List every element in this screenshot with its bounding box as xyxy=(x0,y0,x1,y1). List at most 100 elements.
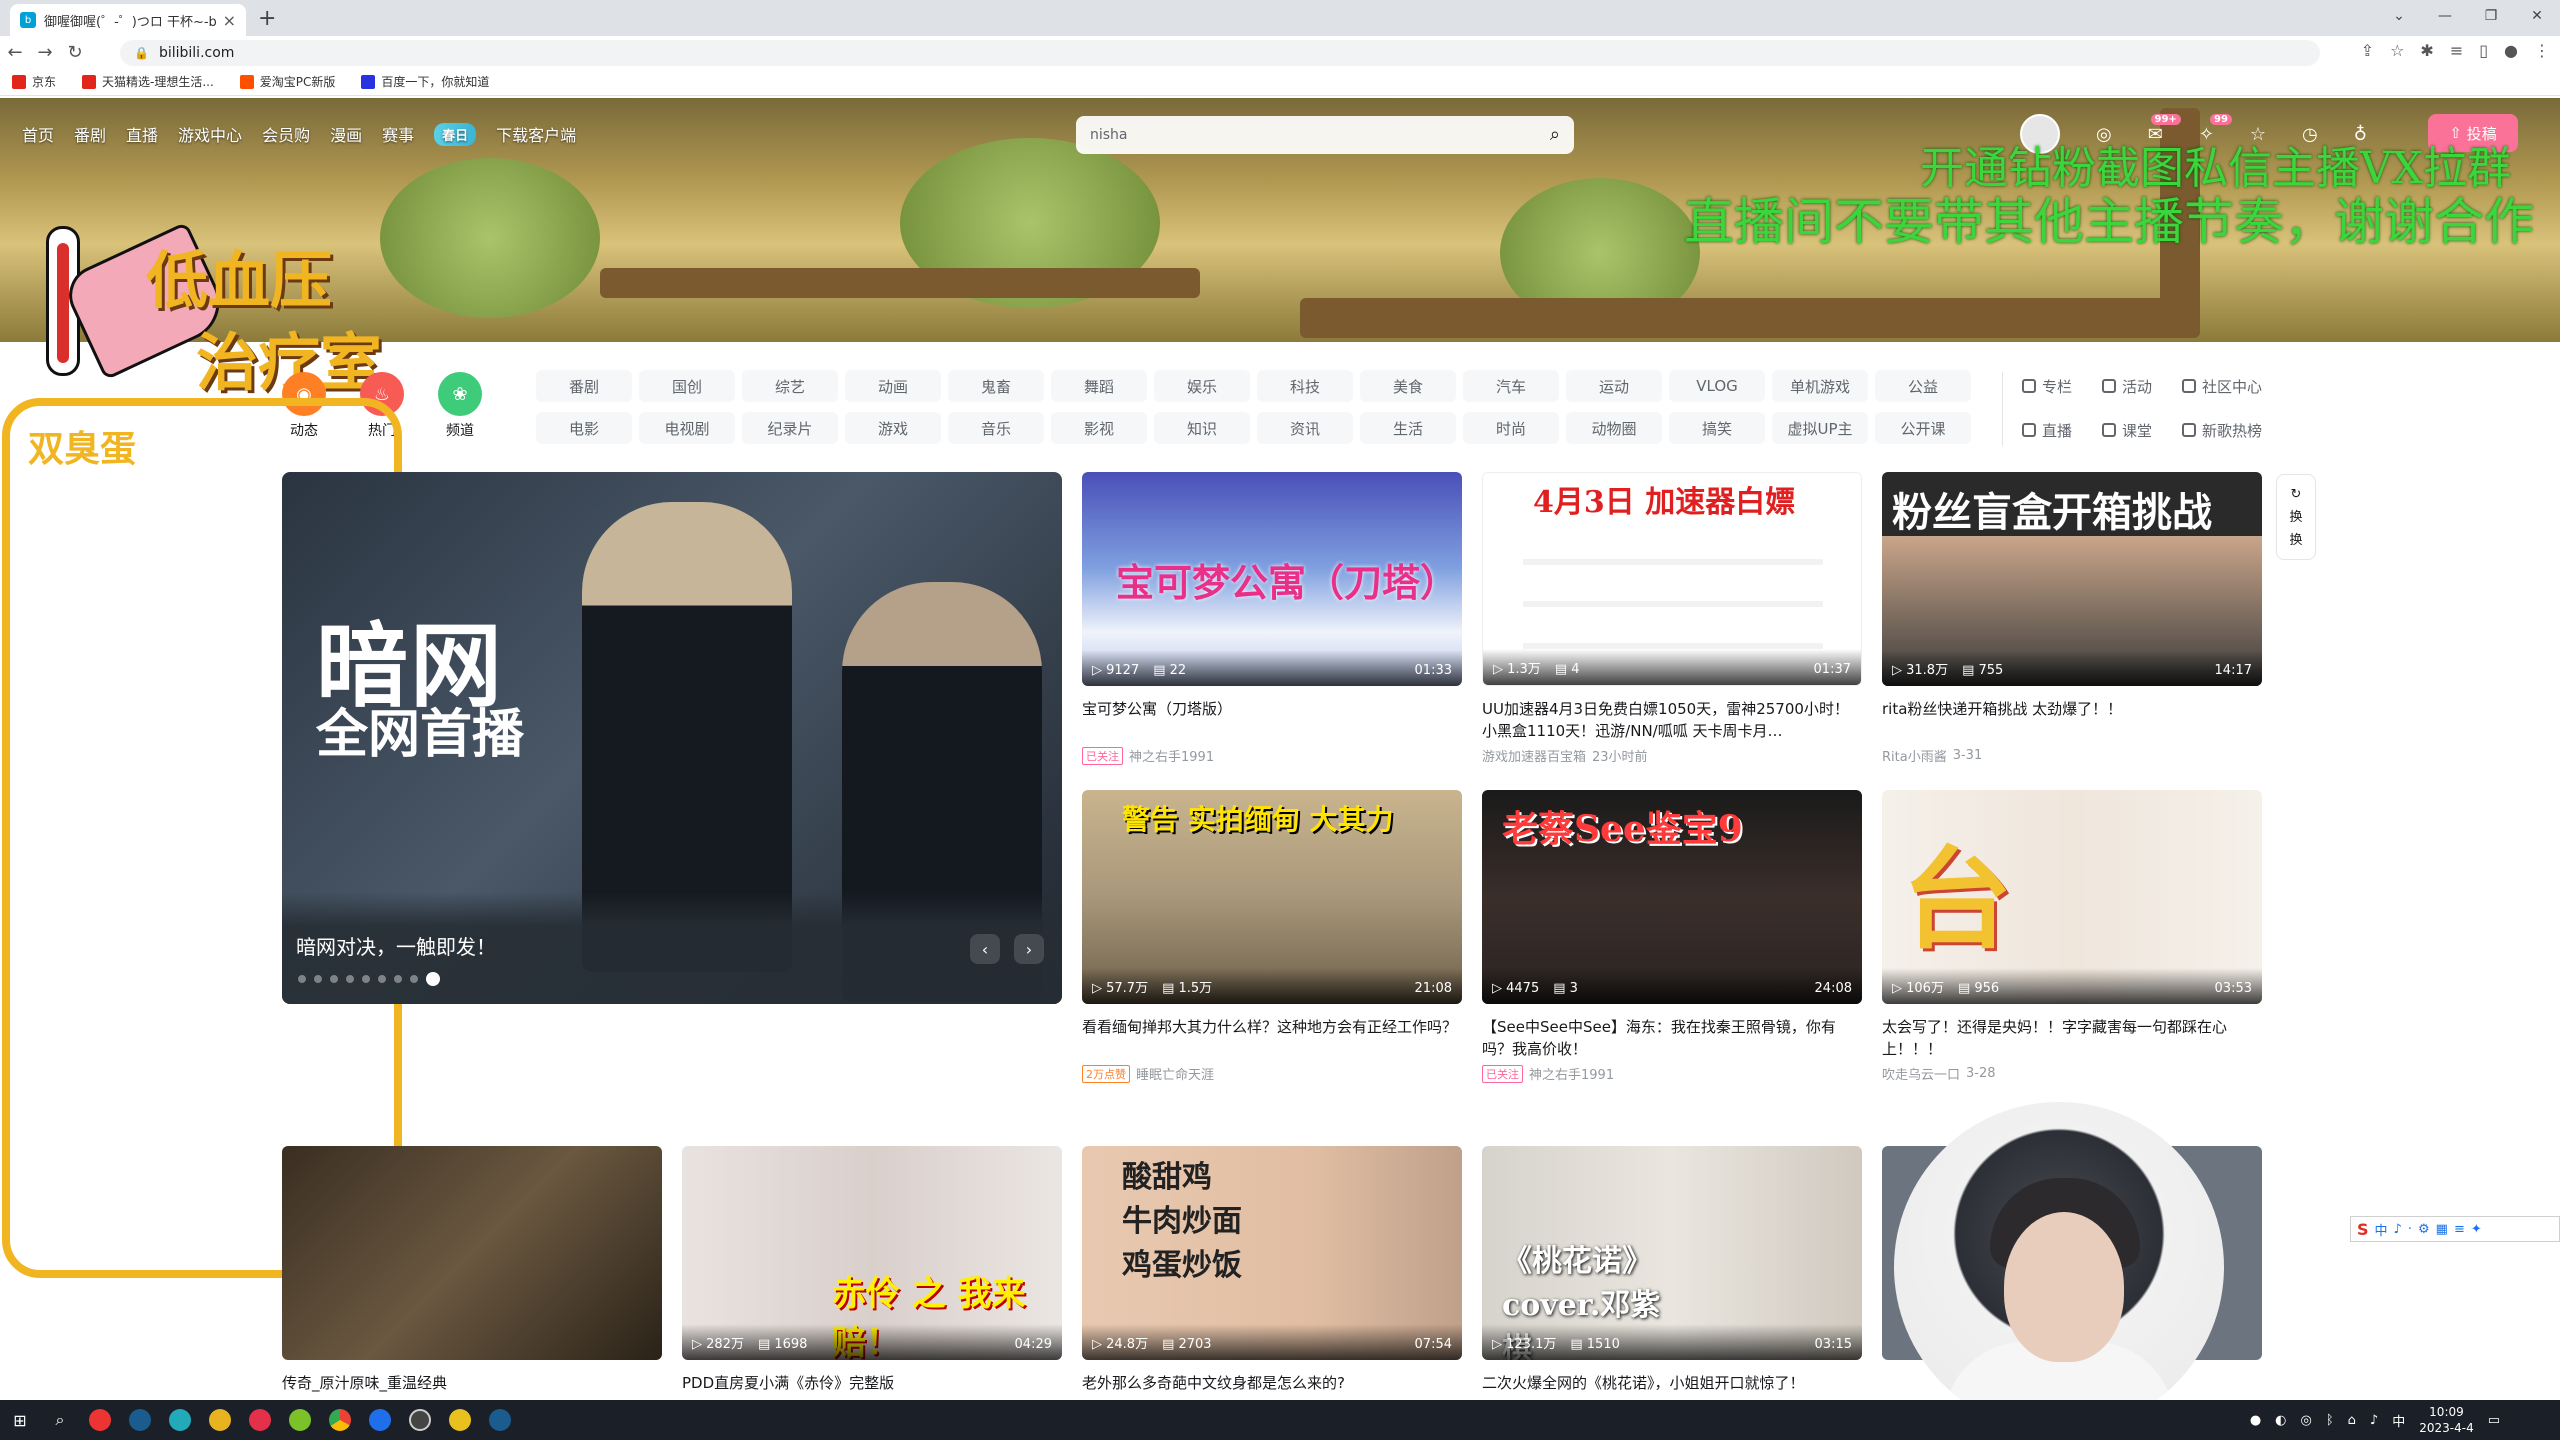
link-live[interactable]: 直播 xyxy=(2022,416,2102,444)
ime-tool[interactable]: ≡ xyxy=(2454,1222,2465,1237)
carousel-dot[interactable] xyxy=(346,975,354,983)
category-item[interactable]: 影视 xyxy=(1051,412,1147,444)
profile-icon[interactable]: ● xyxy=(2504,41,2518,60)
bookmark-baidu[interactable]: 百度一下，你就知道 xyxy=(361,73,489,90)
obs-icon[interactable] xyxy=(400,1400,440,1440)
video-card[interactable]: 警告 实拍缅甸 大其力 ▷ 57.7万 ▤ 1.5万 21:08 看看缅甸掸邦大其… xyxy=(1082,790,1462,1083)
video-title[interactable]: 宝可梦公寓（刀塔版） xyxy=(1082,698,1462,742)
category-item[interactable]: 公益 xyxy=(1875,370,1971,402)
reload-button[interactable]: ↻ xyxy=(60,42,90,63)
carousel-dot-active[interactable] xyxy=(426,972,440,986)
category-item[interactable]: 国创 xyxy=(639,370,735,402)
app-icon[interactable] xyxy=(200,1400,240,1440)
minimize-button[interactable]: — xyxy=(2422,0,2468,32)
chevron-down-icon[interactable]: ⌄ xyxy=(2376,0,2422,32)
extensions-icon[interactable]: ✱ xyxy=(2420,41,2433,60)
category-item[interactable]: 动画 xyxy=(845,370,941,402)
video-title[interactable]: 【See中See中See】海东：我在找秦王照骨镜，你有吗？我高价收！ xyxy=(1482,1016,1862,1060)
refresh-recommendations-button[interactable]: ↻ 换 换 xyxy=(2276,474,2316,560)
category-item[interactable]: 时尚 xyxy=(1463,412,1559,444)
windows-start-icon[interactable]: ⊞ xyxy=(0,1400,40,1440)
address-bar[interactable]: 🔒 bilibili.com xyxy=(120,40,2320,66)
video-title[interactable]: UU加速器4月3日免费白嫖1050天，雷神25700小时！小黑盒1110天！迅游… xyxy=(1482,698,1862,742)
video-card[interactable]: 宝可梦公寓（刀塔） ▷ 9127 ▤ 22 01:33 宝可梦公寓（刀塔版） 已关… xyxy=(1082,472,1462,765)
video-author[interactable]: 神之右手1991 xyxy=(1129,746,1214,765)
carousel-dot[interactable] xyxy=(394,975,402,983)
steam-icon[interactable] xyxy=(480,1400,520,1440)
nav-download-client[interactable]: 下载客户端 xyxy=(496,122,576,146)
category-item[interactable]: 单机游戏 xyxy=(1772,370,1868,402)
video-thumbnail[interactable]: 台词 ▷ 106万▤ 956 03:53 xyxy=(1882,790,2262,1004)
close-tab-icon[interactable]: × xyxy=(223,11,236,30)
app-icon[interactable] xyxy=(280,1400,320,1440)
bookmark-aitaobao[interactable]: 爱淘宝PC新版 xyxy=(239,73,335,90)
video-author[interactable]: Rita小雨酱 xyxy=(1882,746,1947,765)
video-thumbnail[interactable]: 警告 实拍缅甸 大其力 ▷ 57.7万 ▤ 1.5万 21:08 xyxy=(1082,790,1462,1004)
category-item[interactable]: 综艺 xyxy=(742,370,838,402)
link-new-songs[interactable]: 新歌热榜 xyxy=(2182,416,2302,444)
ime-tool[interactable]: · xyxy=(2408,1222,2412,1237)
video-card[interactable]: 酸甜鸡 牛肉炒面 鸡蛋炒饭 ▷ 24.8万 ▤ 2703 07:54 老外那么多奇… xyxy=(1082,1146,1462,1416)
video-thumbnail[interactable]: 赤伶 之 我来赔！ ▷ 282万▤ 1698 04:29 xyxy=(682,1146,1062,1360)
app-icon[interactable] xyxy=(160,1400,200,1440)
category-item[interactable]: 搞笑 xyxy=(1669,412,1765,444)
carousel-dot[interactable] xyxy=(330,975,338,983)
video-thumbnail[interactable] xyxy=(282,1146,662,1360)
nav-spring-badge[interactable]: 春日 xyxy=(434,122,477,146)
carousel-dot[interactable] xyxy=(362,975,370,983)
ime-tool[interactable]: ⚙ xyxy=(2418,1222,2430,1237)
category-item[interactable]: 鬼畜 xyxy=(948,370,1044,402)
video-thumbnail[interactable]: 酸甜鸡 牛肉炒面 鸡蛋炒饭 ▷ 24.8万 ▤ 2703 07:54 xyxy=(1082,1146,1462,1360)
video-card[interactable]: 传奇_原汁原味_重温经典 xyxy=(282,1146,662,1416)
nav-match[interactable]: 赛事 xyxy=(382,122,414,146)
video-author[interactable]: 游戏加速器百宝箱 xyxy=(1482,746,1586,765)
network-icon[interactable]: ⌂ xyxy=(2348,1413,2356,1428)
nav-mall[interactable]: 会员购 xyxy=(262,122,310,146)
link-column[interactable]: 专栏 xyxy=(2022,372,2102,400)
share-icon[interactable]: ⇪ xyxy=(2361,41,2374,60)
category-item[interactable]: 虚拟UP主 xyxy=(1772,412,1868,444)
search-input[interactable]: nisha ⌕ xyxy=(1076,116,1574,154)
menu-icon[interactable]: ⋮ xyxy=(2534,41,2550,60)
video-card[interactable]: 4月3日 加速器白嫖 ▷ 1.3万 ▤ 4 01:37 UU加速器4月3日免费白嫖… xyxy=(1482,472,1862,765)
category-item[interactable]: 舞蹈 xyxy=(1051,370,1147,402)
hero-carousel[interactable]: 暗网 全网首播 暗网对决，一触即发！ ‹ › xyxy=(282,472,1062,1004)
category-item[interactable]: 美食 xyxy=(1360,370,1456,402)
carousel-title[interactable]: 暗网对决，一触即发！ xyxy=(296,931,496,960)
reading-list-icon[interactable]: ≡ xyxy=(2450,41,2463,60)
tray-icon[interactable]: ◐ xyxy=(2275,1413,2286,1428)
link-classroom[interactable]: 课堂 xyxy=(2102,416,2182,444)
nav-manga[interactable]: 漫画 xyxy=(330,122,362,146)
carousel-dot[interactable] xyxy=(410,975,418,983)
video-author[interactable]: 睡眠亡命天涯 xyxy=(1136,1064,1214,1083)
app-icon[interactable] xyxy=(360,1400,400,1440)
volume-icon[interactable]: ♪ xyxy=(2370,1413,2378,1428)
category-item[interactable]: VLOG xyxy=(1669,370,1765,402)
video-thumbnail[interactable]: 《桃花诺》 cover.邓紫棋 ▷ 123.1万▤ 1510 03:15 xyxy=(1482,1146,1862,1360)
category-item[interactable]: 运动 xyxy=(1566,370,1662,402)
sidepanel-icon[interactable]: ▯ xyxy=(2479,41,2488,60)
close-window-button[interactable]: ✕ xyxy=(2514,0,2560,32)
bluetooth-icon[interactable]: ᛒ xyxy=(2326,1413,2334,1428)
carousel-dot[interactable] xyxy=(378,975,386,983)
category-item[interactable]: 生活 xyxy=(1360,412,1456,444)
video-card[interactable]: 台词 ▷ 106万▤ 956 03:53 太会写了！还得是央妈！！字字藏害每一句… xyxy=(1882,790,2262,1083)
video-card[interactable]: 《桃花诺》 cover.邓紫棋 ▷ 123.1万▤ 1510 03:15 二次火… xyxy=(1482,1146,1862,1416)
carousel-dot[interactable] xyxy=(298,975,306,983)
video-title[interactable]: rita粉丝快递开箱挑战 太劲爆了！！ xyxy=(1882,698,2262,742)
nav-game-center[interactable]: 游戏中心 xyxy=(178,122,242,146)
carousel-prev-button[interactable]: ‹ xyxy=(970,934,1000,964)
chrome-icon[interactable] xyxy=(320,1400,360,1440)
category-item[interactable]: 电影 xyxy=(536,412,632,444)
tray-icon[interactable]: ● xyxy=(2250,1413,2261,1428)
search-icon[interactable]: ⌕ xyxy=(1550,124,1560,145)
category-item[interactable]: 科技 xyxy=(1257,370,1353,402)
ime-tool[interactable]: ▦ xyxy=(2436,1222,2448,1237)
sogou-ime-icon[interactable]: S xyxy=(2357,1220,2369,1239)
category-item[interactable]: 电视剧 xyxy=(639,412,735,444)
nav-home[interactable]: 首页 xyxy=(22,122,54,146)
carousel-dot[interactable] xyxy=(314,975,322,983)
category-item[interactable]: 动物圈 xyxy=(1566,412,1662,444)
category-item[interactable]: 娱乐 xyxy=(1154,370,1250,402)
video-author[interactable]: 吹走乌云一口 xyxy=(1882,1064,1960,1083)
